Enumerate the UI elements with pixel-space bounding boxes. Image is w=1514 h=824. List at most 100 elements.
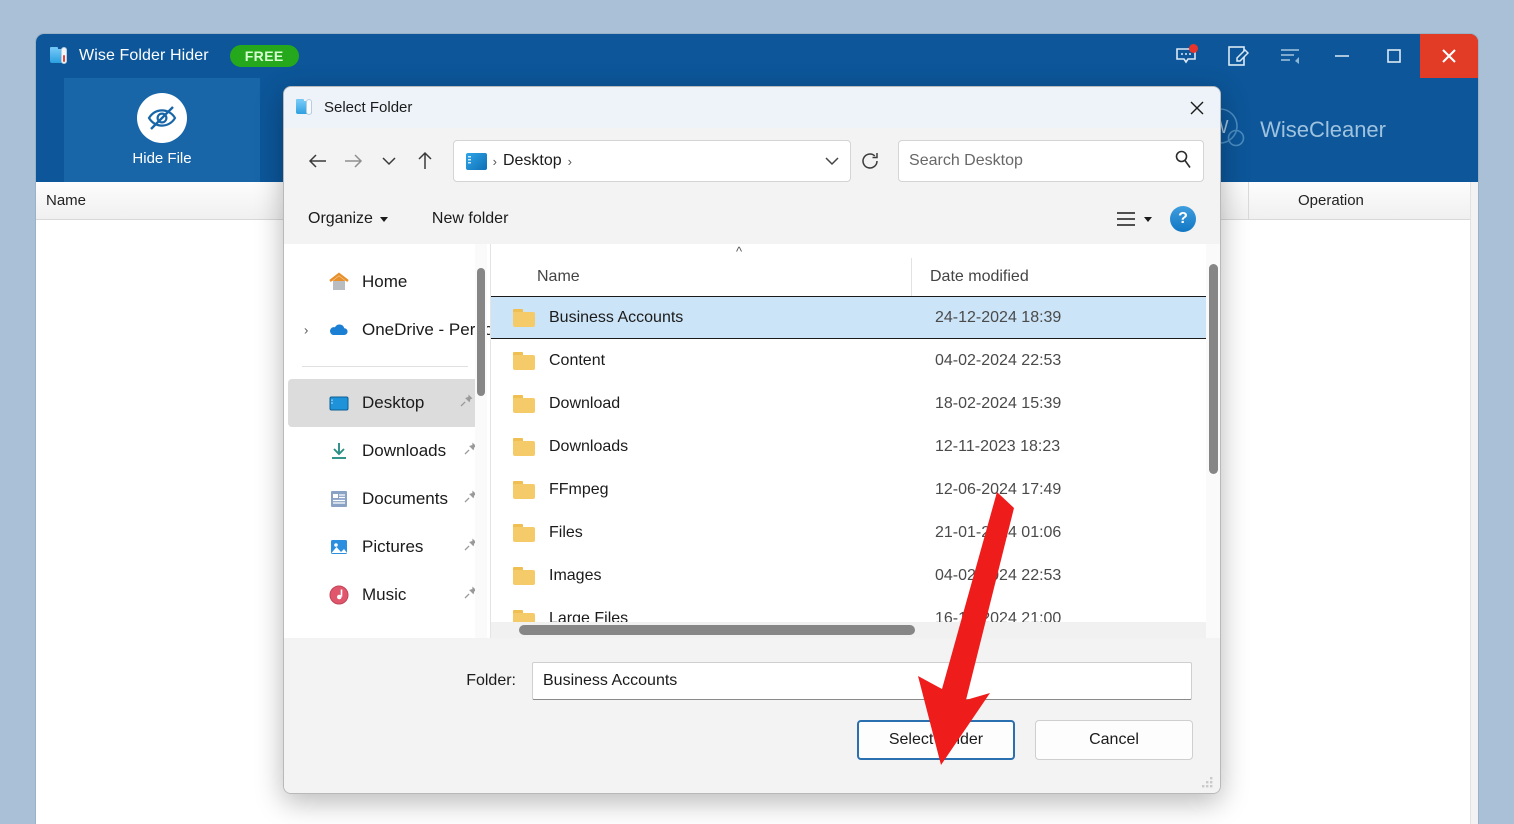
table-row[interactable]: Downloads 12-11-2023 18:23 [491,425,1206,468]
app-title-bar: Wise Folder Hider FREE [36,34,1478,78]
cancel-button[interactable]: Cancel [1035,720,1193,760]
address-bar[interactable]: › Desktop › [452,140,851,182]
downloads-icon [328,440,350,462]
close-button[interactable] [1420,34,1478,78]
maximize-button[interactable] [1368,34,1420,78]
file-name: Business Accounts [549,308,684,326]
home-icon [328,271,350,293]
search-icon[interactable] [1173,149,1193,174]
table-row[interactable]: Files 21-01-2024 01:06 [491,511,1206,554]
chevron-down-icon [1144,216,1152,222]
chevron-right-icon[interactable]: › [304,323,308,338]
file-name-cell: FFmpeg [491,480,935,499]
file-date: 21-01-2024 01:06 [935,523,1062,541]
chevron-down-icon[interactable] [371,144,407,178]
dialog-footer: Folder: Business Accounts Select Folder … [284,638,1220,793]
sidebar-item-label: Pictures [362,537,424,556]
sidebar-item-label: OneDrive - Perso [362,320,490,339]
file-list-scrollbar-thumb[interactable] [1209,264,1218,474]
navpane-scrollbar[interactable] [475,244,487,638]
sidebar-item-label: Hide File [132,150,192,167]
file-list-pane: ^ Name Date modified Business Accounts 2… [491,244,1220,638]
table-row[interactable]: Download 18-02-2024 15:39 [491,382,1206,425]
table-row[interactable]: Content 04-02-2024 22:53 [491,339,1206,382]
pin-icon[interactable] [459,393,474,413]
desktop-icon [465,152,487,170]
file-name: Files [549,523,583,541]
dialog-button-row: Select Folder Cancel [857,720,1193,760]
file-name-cell: Business Accounts [491,308,935,327]
file-name-cell: Files [491,523,935,542]
file-date: 18-02-2024 15:39 [935,394,1062,412]
sidebar-item-downloads[interactable]: Downloads [284,427,490,475]
file-name: Content [549,351,606,369]
new-folder-button[interactable]: New folder [432,210,508,228]
breadcrumb-separator: › [492,153,497,169]
refresh-icon[interactable] [851,140,890,182]
wise-folder-hider-icon [50,46,70,66]
sidebar-item-onedrive[interactable]: › OneDrive - Perso [284,306,490,354]
wisecleaner-brand: W WiseCleaner [1198,104,1386,156]
notifications-icon[interactable] [1160,34,1212,78]
dialog-toolbar: Organize New folder ? [284,194,1220,244]
feedback-icon[interactable] [1212,34,1264,78]
organize-label: Organize [308,210,373,227]
sidebar-item-documents[interactable]: Documents [284,475,490,523]
select-folder-dialog: Select Folder › Desktop › Search Desktop… [283,86,1221,794]
dialog-close-button[interactable] [1174,87,1220,128]
file-name: Downloads [549,437,629,455]
sidebar-item-home[interactable]: Home [284,258,490,306]
chevron-down-icon [379,216,388,222]
file-list-scrollbar[interactable] [1206,244,1220,638]
sidebar-item-label: Music [362,585,407,604]
folder-icon [513,480,535,499]
navigation-pane: Home › OneDrive - Perso Desktop Download… [284,244,490,638]
breadcrumb-desktop[interactable]: Desktop [503,152,562,170]
breadcrumb-separator-2: › [567,153,573,169]
navpane-scrollbar-thumb[interactable] [477,268,485,396]
search-input[interactable]: Search Desktop [898,140,1205,182]
column-header-name[interactable]: Name [491,268,911,286]
wisecleaner-text: WiseCleaner [1260,117,1386,142]
app-scrollbar[interactable] [1470,182,1478,824]
column-header-name[interactable]: Name [46,192,86,209]
sidebar-item-pictures[interactable]: Pictures [284,523,490,571]
minimize-button[interactable] [1316,34,1368,78]
sidebar-item-label: Downloads [362,441,447,460]
address-dropdown-icon[interactable] [822,154,842,168]
help-button[interactable]: ? [1170,206,1196,232]
table-row[interactable]: FFmpeg 12-06-2024 17:49 [491,468,1206,511]
table-row[interactable]: Images 04-02-2024 22:53 [491,554,1206,597]
organize-button[interactable]: Organize [308,210,388,228]
arrow-right-icon[interactable] [336,144,372,178]
arrow-left-icon[interactable] [300,144,336,178]
table-row[interactable]: Business Accounts 24-12-2024 18:39 [491,296,1206,339]
sidebar-item-music[interactable]: Music [284,571,490,619]
view-list-icon[interactable] [1115,210,1152,228]
sidebar-item-hide-file[interactable]: Hide File [64,78,260,182]
select-folder-button[interactable]: Select Folder [857,720,1015,760]
dialog-navigation-row: › Desktop › Search Desktop [284,128,1220,194]
column-header-operation[interactable]: Operation [1298,192,1364,209]
folder-icon [513,308,535,327]
file-date: 24-12-2024 18:39 [935,308,1062,326]
file-list-hscrollbar-thumb[interactable] [519,625,915,635]
arrow-up-icon[interactable] [407,144,443,178]
folder-icon [513,566,535,585]
sidebar-item-label: Desktop [362,393,425,412]
file-name: FFmpeg [549,480,609,498]
menu-icon[interactable] [1264,34,1316,78]
file-date: 04-02-2024 22:53 [935,566,1062,584]
navpane-divider [302,366,468,367]
music-icon [328,584,350,606]
eye-slash-icon [137,93,187,143]
column-header-date-modified[interactable]: Date modified [911,258,1029,296]
pictures-icon [328,536,350,558]
dialog-main-area: Home › OneDrive - Perso Desktop Download… [284,244,1220,638]
sidebar-item-desktop[interactable]: Desktop [288,379,486,427]
folder-name-input[interactable]: Business Accounts [532,662,1192,700]
app-title: Wise Folder Hider [79,47,209,64]
file-list-hscrollbar[interactable] [491,622,1206,638]
file-name: Download [549,394,621,412]
resize-grip[interactable] [1202,776,1214,788]
